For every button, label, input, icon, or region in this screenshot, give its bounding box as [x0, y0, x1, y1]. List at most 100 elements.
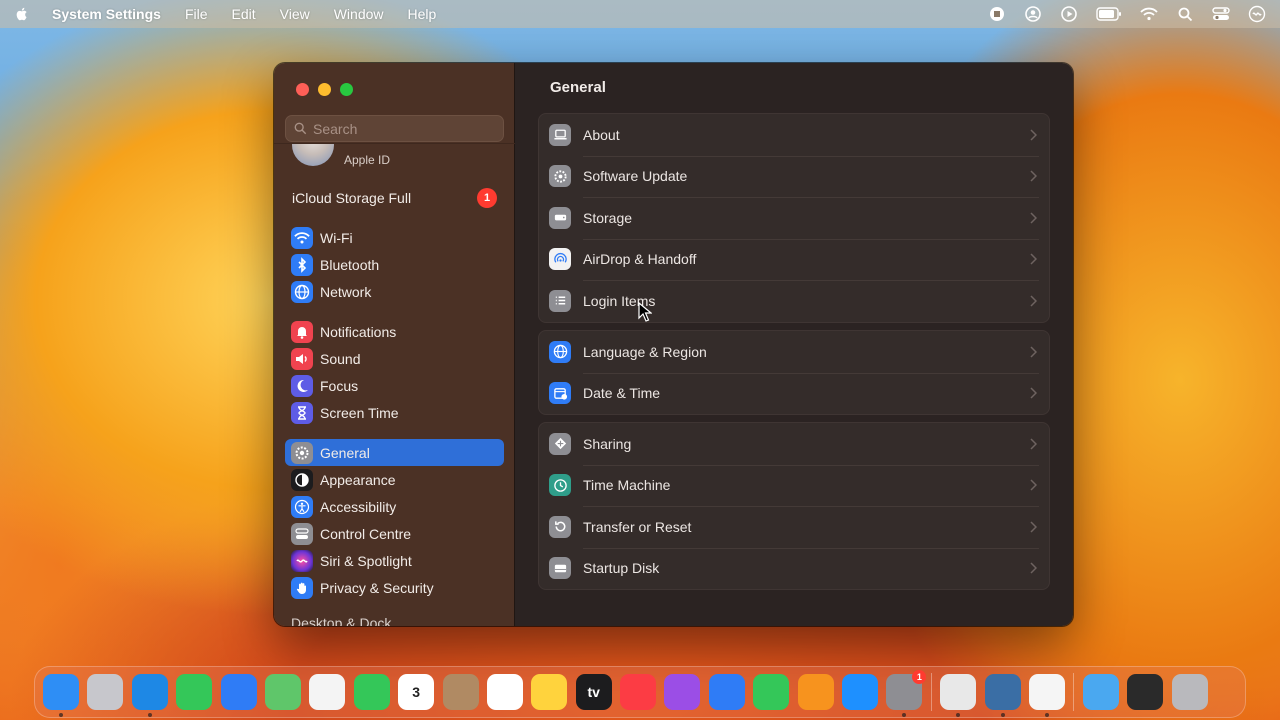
row-label: About — [583, 126, 620, 143]
chrome-icon[interactable] — [940, 674, 977, 717]
notes-icon[interactable] — [531, 674, 568, 710]
reset-icon — [549, 515, 571, 538]
row-transfer-reset[interactable]: Transfer or Reset — [539, 506, 1049, 548]
apple-id-row[interactable]: Apple ID — [274, 143, 515, 171]
sidebar-item-network[interactable]: Network — [285, 278, 504, 305]
sidebar-item-control-centre[interactable]: Control Centre — [285, 520, 504, 547]
zoom-button[interactable] — [340, 83, 353, 96]
siri-icon[interactable] — [1248, 5, 1266, 23]
keynote-icon[interactable] — [708, 674, 745, 710]
apple-menu-icon[interactable] — [14, 6, 30, 22]
menu-help[interactable]: Help — [408, 6, 437, 22]
row-sharing[interactable]: Sharing — [539, 423, 1049, 465]
row-airdrop-handoff[interactable]: AirDrop & Handoff — [539, 238, 1049, 281]
globe-icon — [291, 280, 313, 303]
reminders-icon[interactable] — [486, 674, 523, 710]
globe-icon — [549, 340, 571, 363]
siri-icon — [291, 549, 313, 572]
menu-view[interactable]: View — [280, 6, 310, 22]
row-language-region[interactable]: Language & Region — [539, 331, 1049, 373]
battery-icon[interactable] — [1096, 5, 1122, 23]
quicktime-icon[interactable] — [984, 674, 1021, 717]
sidebar-item-notifications[interactable]: Notifications — [285, 318, 504, 345]
launchpad-icon[interactable] — [87, 674, 124, 710]
record-icon[interactable] — [988, 5, 1006, 23]
tv-icon[interactable]: tv — [575, 674, 612, 710]
play-icon[interactable] — [1060, 5, 1078, 23]
settings-card-device: About Software Update Storage AirDrop & … — [538, 113, 1050, 323]
facetime-icon[interactable] — [353, 674, 390, 710]
finder-icon[interactable] — [43, 674, 79, 717]
gear-badge-icon — [549, 165, 571, 188]
control-centre-icon[interactable] — [1212, 5, 1230, 23]
close-button[interactable] — [296, 83, 309, 96]
sidebar-item-label: Network — [320, 283, 372, 300]
search-field[interactable] — [285, 115, 504, 142]
screenshot-thumb-icon[interactable] — [1127, 674, 1164, 710]
mail-icon[interactable] — [220, 674, 257, 710]
menu-app-name[interactable]: System Settings — [52, 6, 161, 22]
safari-icon[interactable] — [131, 674, 168, 717]
user-icon[interactable] — [1024, 5, 1042, 23]
menu-file[interactable]: File — [185, 6, 208, 22]
row-storage[interactable]: Storage — [539, 197, 1049, 239]
row-label: Storage — [583, 209, 633, 226]
row-label: Language & Region — [583, 343, 707, 360]
row-label: Date & Time — [583, 385, 661, 402]
trash-icon[interactable] — [1171, 674, 1208, 710]
sharing-icon — [549, 432, 571, 455]
sidebar-item-desktop-dock[interactable]: Desktop & Dock — [291, 615, 391, 626]
sidebar-item-siri-spotlight[interactable]: Siri & Spotlight — [285, 547, 504, 574]
sidebar-item-label: Sound — [320, 350, 361, 367]
chevron-right-icon — [1030, 129, 1037, 141]
wifi-icon[interactable] — [1140, 5, 1158, 23]
row-login-items[interactable]: Login Items — [539, 280, 1049, 322]
icloud-storage-alert[interactable]: iCloud Storage Full 1 — [292, 188, 497, 208]
music-icon[interactable] — [620, 674, 657, 710]
sidebar-group-network: Wi-Fi Bluetooth Network — [285, 224, 504, 305]
search-input[interactable] — [313, 120, 493, 137]
menu-edit[interactable]: Edit — [232, 6, 256, 22]
row-label: Startup Disk — [583, 560, 660, 577]
row-startup-disk[interactable]: Startup Disk — [539, 547, 1049, 590]
app-store-icon[interactable] — [842, 674, 879, 710]
row-about[interactable]: About — [539, 114, 1049, 156]
row-time-machine[interactable]: Time Machine — [539, 464, 1049, 507]
sidebar-item-general[interactable]: General — [285, 439, 504, 466]
sidebar-item-wifi[interactable]: Wi-Fi — [285, 224, 504, 251]
system-settings-icon[interactable]: 1 — [886, 670, 927, 717]
messages-icon[interactable] — [176, 674, 213, 710]
menu-window[interactable]: Window — [334, 6, 384, 22]
settings-card-system: Sharing Time Machine Transfer or Reset S… — [538, 422, 1050, 590]
numbers-icon[interactable] — [753, 674, 790, 710]
speaker-icon — [291, 347, 313, 370]
pages-icon[interactable] — [797, 674, 834, 710]
window-controls — [296, 83, 353, 96]
hand-icon — [291, 576, 313, 599]
maps-icon[interactable] — [264, 674, 301, 710]
photos-icon[interactable] — [309, 674, 346, 710]
sidebar-item-privacy-security[interactable]: Privacy & Security — [285, 574, 504, 601]
textedit-icon[interactable] — [1028, 674, 1065, 717]
calendar-icon[interactable]: 3 — [398, 674, 435, 710]
sidebar-item-focus[interactable]: Focus — [285, 372, 504, 399]
sidebar-item-screen-time[interactable]: Screen Time — [285, 399, 504, 426]
downloads-folder-icon[interactable] — [1082, 674, 1119, 710]
notification-badge: 1 — [477, 188, 497, 208]
contacts-icon[interactable] — [442, 674, 479, 710]
sidebar-item-accessibility[interactable]: Accessibility — [285, 493, 504, 520]
running-indicator — [147, 713, 152, 717]
sidebar-item-appearance[interactable]: Appearance — [285, 466, 504, 493]
running-indicator — [902, 713, 907, 717]
minimize-button[interactable] — [318, 83, 331, 96]
search-icon[interactable] — [1176, 5, 1194, 23]
podcasts-icon[interactable] — [664, 674, 701, 710]
row-software-update[interactable]: Software Update — [539, 155, 1049, 198]
drive-icon — [549, 206, 571, 229]
airdrop-icon — [549, 248, 571, 271]
sidebar-item-bluetooth[interactable]: Bluetooth — [285, 251, 504, 278]
toggles-icon — [291, 522, 313, 545]
row-date-time[interactable]: Date & Time — [539, 372, 1049, 415]
sidebar-item-sound[interactable]: Sound — [285, 345, 504, 372]
moon-icon — [291, 374, 313, 397]
